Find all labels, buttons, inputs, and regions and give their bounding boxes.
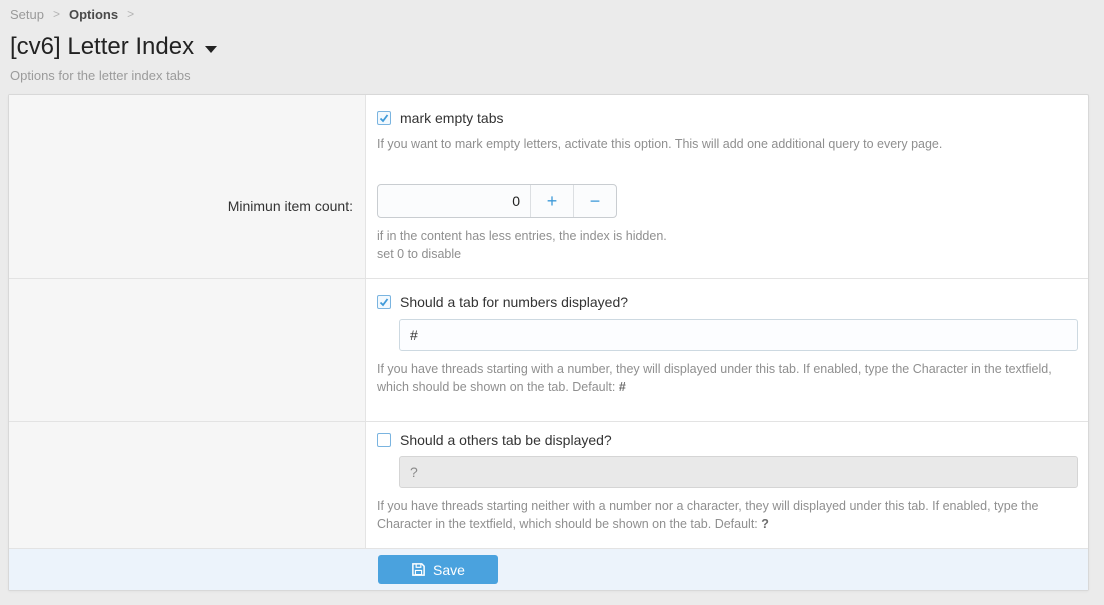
others-tab-option: Should a others tab be displayed?	[377, 422, 1078, 448]
breadcrumb-separator-icon: >	[53, 7, 60, 21]
option-label-column	[9, 422, 366, 548]
option-row-numbers-tab: Should a tab for numbers displayed? If y…	[9, 279, 1088, 422]
mark-empty-tabs-option: mark empty tabs	[377, 95, 1078, 126]
option-content-column: Should a tab for numbers displayed? If y…	[366, 279, 1088, 421]
numbers-tab-checkbox[interactable]	[377, 295, 391, 309]
numbers-tab-char-input[interactable]	[399, 319, 1078, 351]
numbers-tab-description-text: If you have threads starting with a numb…	[377, 362, 1052, 394]
floppy-disk-icon	[411, 562, 426, 577]
help-line-2: set 0 to disable	[377, 245, 1078, 263]
save-button-label: Save	[433, 562, 465, 578]
form-footer: Save	[9, 549, 1088, 590]
increment-button[interactable]: +	[530, 185, 573, 217]
others-tab-checkbox[interactable]	[377, 433, 391, 447]
save-button[interactable]: Save	[378, 555, 498, 584]
title-row: [cv6] Letter Index	[10, 31, 1094, 63]
options-form: Minimun item count: mark empty tabs If y…	[8, 94, 1089, 591]
decrement-button[interactable]: −	[573, 185, 616, 217]
help-line-1: if in the content has less entries, the …	[377, 227, 1078, 245]
others-tab-description-text: If you have threads starting neither wit…	[377, 499, 1039, 531]
min-item-count-input[interactable]	[378, 185, 530, 217]
page-subtitle: Options for the letter index tabs	[10, 68, 1094, 83]
breadcrumb-item-options[interactable]: Options	[69, 7, 118, 22]
mark-empty-tabs-description: If you want to mark empty letters, activ…	[377, 135, 1078, 153]
others-tab-default-char: ?	[761, 517, 769, 531]
checkmark-icon	[379, 297, 389, 307]
min-item-count-label: Minimun item count:	[228, 95, 365, 214]
others-tab-char-input	[399, 456, 1078, 488]
option-row-mark-empty-tabs: Minimun item count: mark empty tabs If y…	[9, 95, 1088, 279]
page-title: [cv6] Letter Index	[10, 31, 194, 63]
option-label-column: Minimun item count:	[9, 95, 366, 278]
breadcrumb: Setup > Options >	[10, 6, 1094, 22]
numbers-tab-default-char: #	[619, 380, 626, 394]
min-item-count-stepper: + −	[377, 184, 617, 218]
numbers-tab-label[interactable]: Should a tab for numbers displayed?	[400, 294, 628, 310]
mark-empty-tabs-label[interactable]: mark empty tabs	[400, 110, 503, 126]
mark-empty-tabs-checkbox[interactable]	[377, 111, 391, 125]
numbers-tab-option: Should a tab for numbers displayed?	[377, 279, 1078, 310]
others-tab-description: If you have threads starting neither wit…	[377, 497, 1078, 533]
checkmark-icon	[379, 113, 389, 123]
page-header: Setup > Options > [cv6] Letter Index Opt…	[0, 0, 1104, 83]
option-content-column: Should a others tab be displayed? If you…	[366, 422, 1088, 548]
breadcrumb-item-setup[interactable]: Setup	[10, 7, 44, 22]
others-tab-label[interactable]: Should a others tab be displayed?	[400, 432, 612, 448]
option-row-others-tab: Should a others tab be displayed? If you…	[9, 422, 1088, 549]
option-content-column: mark empty tabs If you want to mark empt…	[366, 95, 1088, 278]
numbers-tab-description: If you have threads starting with a numb…	[377, 360, 1078, 396]
min-item-count-help: if in the content has less entries, the …	[377, 227, 1078, 263]
chevron-down-icon[interactable]	[205, 46, 217, 53]
option-label-column	[9, 279, 366, 421]
breadcrumb-separator-icon: >	[127, 7, 134, 21]
